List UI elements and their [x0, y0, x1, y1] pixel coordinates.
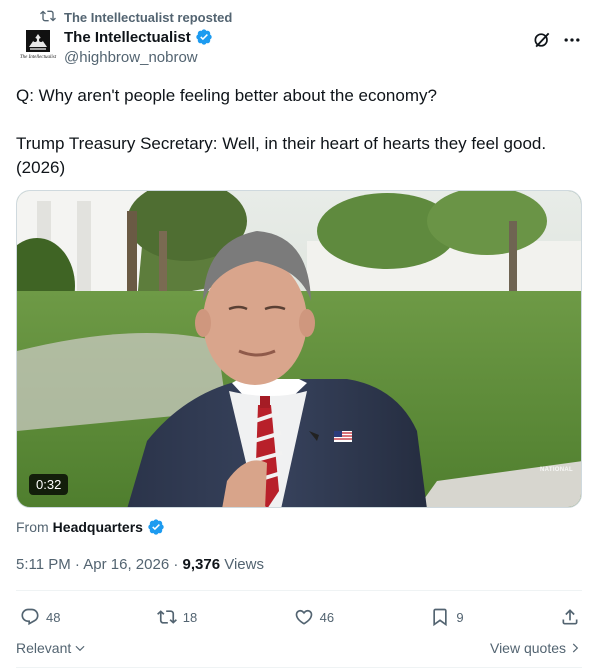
source-name-link[interactable]: Headquarters: [53, 519, 143, 535]
view-quotes-link[interactable]: View quotes: [490, 640, 582, 656]
tweet-line-answer: Trump Treasury Secretary: Well, in their…: [16, 134, 547, 153]
repost-icon: [156, 610, 177, 624]
views-label: Views: [224, 556, 264, 573]
tweet-time[interactable]: 5:11 PM: [16, 556, 71, 573]
repost-button[interactable]: 18: [156, 607, 198, 627]
separator-dot: ·: [74, 556, 80, 573]
sort-label: Relevant: [16, 640, 72, 656]
video-thumbnail: [17, 191, 581, 507]
video-player[interactable]: 0:32 NATIONAL: [16, 190, 582, 508]
repost-count: 18: [182, 609, 198, 625]
author-display-name[interactable]: The Intellectualist: [64, 29, 191, 46]
reply-count: 48: [46, 609, 61, 625]
tweet-date[interactable]: Apr 16, 2026: [83, 556, 169, 573]
grok-icon[interactable]: [532, 30, 552, 55]
repost-icon: [40, 8, 56, 27]
separator-dot: ·: [173, 556, 179, 573]
reply-icon: [21, 608, 39, 626]
author-handle[interactable]: @highbrow_nobrow: [64, 49, 213, 66]
more-icon[interactable]: [562, 30, 582, 55]
bookmark-icon: [433, 608, 448, 627]
verified-badge-icon: [196, 29, 212, 45]
repost-text: The Intellectualist reposted: [64, 10, 233, 25]
view-quotes-label: View quotes: [489, 640, 566, 656]
repost-indicator[interactable]: The Intellectualist reposted: [40, 8, 232, 27]
share-button[interactable]: [560, 607, 580, 627]
divider: [16, 590, 582, 591]
replies-controls: Relevant View quotes: [16, 640, 582, 656]
bookmark-count: 9: [456, 609, 464, 625]
header-actions: [532, 30, 582, 55]
divider: [16, 667, 582, 668]
source-attribution: From Headquarters: [16, 518, 165, 536]
tweet-line-question: Q: Why aren't people feeling better abou…: [16, 86, 437, 105]
tweet-line-year: (2026): [16, 158, 66, 177]
reply-button[interactable]: 48: [20, 607, 60, 627]
tweet-metadata: 5:11 PM · Apr 16, 2026 · 9,376 Views: [16, 556, 264, 573]
tweet-header: The Intellectualist The Intellectualist …: [16, 28, 582, 70]
action-bar: 48 18 46 9: [20, 606, 580, 628]
sort-replies-dropdown[interactable]: Relevant: [16, 640, 87, 656]
tweet-text: Q: Why aren't people feeling better abou…: [16, 84, 581, 180]
video-duration-badge: 0:32: [29, 474, 69, 495]
chevron-right-icon: [572, 643, 579, 653]
avatar-caption: The Intellectualist: [19, 55, 57, 60]
author-block: The Intellectualist @highbrow_nobrow: [64, 28, 213, 66]
video-watermark: NATIONAL: [540, 467, 573, 473]
like-button[interactable]: 46: [294, 607, 334, 627]
owl-logo-icon: [26, 30, 50, 52]
avatar[interactable]: The Intellectualist: [16, 28, 60, 68]
chevron-down-icon: [75, 645, 85, 652]
share-icon: [562, 609, 578, 625]
views-count: 9,376: [182, 556, 221, 573]
bookmark-button[interactable]: 9: [430, 607, 464, 627]
verified-badge-icon: [148, 519, 164, 535]
source-prefix: From: [16, 519, 49, 535]
like-count: 46: [319, 609, 335, 625]
heart-icon: [295, 609, 312, 625]
